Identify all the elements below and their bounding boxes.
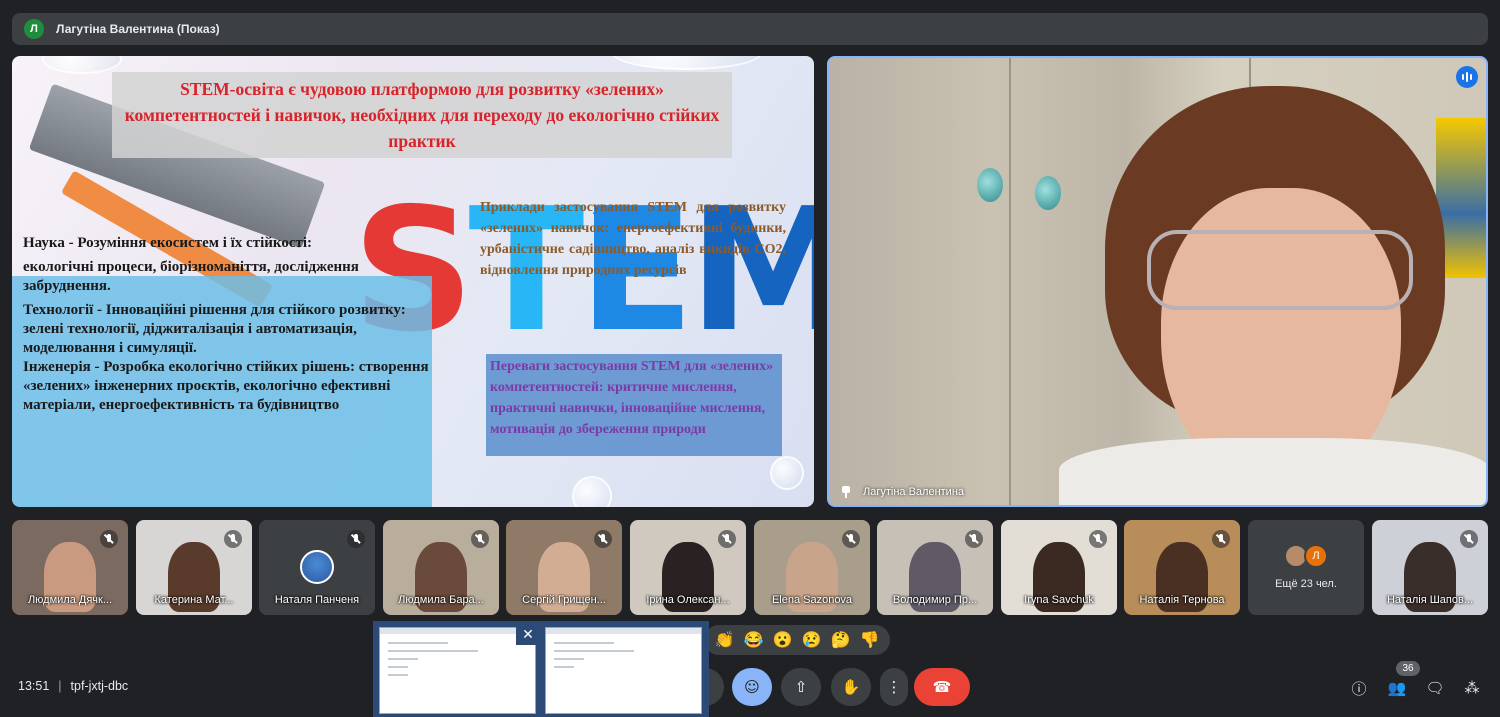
mic-off-icon: [842, 530, 860, 548]
bubble-decoration: [770, 456, 804, 490]
presentation-header: Л Лагутіна Валентина (Показ): [12, 13, 1488, 45]
people-count-badge: 36: [1396, 661, 1420, 676]
science-text: екологічні процеси, біорізноманіття, дос…: [23, 259, 359, 294]
mic-off-icon: [1089, 530, 1107, 548]
participant-tile[interactable]: Ірина Олексан...: [630, 520, 746, 615]
participant-tile[interactable]: Катерина Мат...: [136, 520, 252, 615]
mic-off-icon: [100, 530, 118, 548]
avatar: Л: [1304, 544, 1328, 568]
reaction-sad[interactable]: 😢: [802, 630, 822, 650]
participant-name: Elena Sazonova: [771, 594, 853, 606]
present-icon: ⇧: [794, 678, 808, 696]
reaction-laugh[interactable]: 😂: [744, 630, 764, 650]
hand-icon: ✋: [841, 678, 861, 696]
participant-tile[interactable]: Наталія Шапов...: [1372, 520, 1488, 615]
technology-text: зелені технології, діджиталізація і авто…: [23, 321, 357, 356]
examples-text: Приклади застосування STEM для розвитку …: [480, 200, 786, 278]
speaker-name-label: Лагутіна Валентина: [839, 485, 964, 499]
participant-tile[interactable]: Людмила Бара...: [383, 520, 499, 615]
participant-name: Ірина Олексан...: [646, 594, 730, 606]
leave-call-button[interactable]: ☎: [914, 668, 970, 706]
participant-name: Наталя Панченя: [274, 594, 360, 606]
speaker-glasses: [1147, 230, 1413, 310]
presenter-label: Лагутіна Валентина (Показ): [56, 22, 220, 36]
participant-tile[interactable]: Наталя Панченя: [259, 520, 375, 615]
mic-off-icon: [1460, 530, 1478, 548]
participant-name: Наталія Тернова: [1139, 594, 1225, 606]
participant-name: Людмила Бара...: [398, 594, 484, 606]
mic-off-icon: [718, 530, 736, 548]
separator: |: [58, 679, 62, 693]
speaker-name: Лагутіна Валентина: [863, 486, 965, 498]
pin-icon[interactable]: [839, 485, 853, 499]
participant-tile[interactable]: Iryna Savchuk: [1001, 520, 1117, 615]
reactions-bar: 👏 😂 😮 😢 🤔 👎: [704, 625, 890, 655]
avatar: [300, 550, 334, 584]
clock: 13:51: [18, 679, 50, 693]
slide-left-text: Наука - Розуміння екосистем і їх стійкос…: [23, 234, 433, 420]
more-vert-icon: ⋮: [886, 678, 902, 696]
participant-strip: Людмила Дячк... Катерина Мат... Наталя Пан…: [12, 520, 1488, 615]
participant-name: Наталія Шапов...: [1386, 594, 1473, 606]
meet-window: Л Лагутіна Валентина (Показ) STEM STEM-о…: [0, 0, 1500, 717]
participant-tile[interactable]: Сергій Грищен...: [506, 520, 622, 615]
emoji-button[interactable]: ☺: [732, 668, 772, 706]
science-heading: Наука - Розуміння екосистем і їх стійкос…: [23, 235, 313, 251]
reaction-clap[interactable]: 👏: [715, 630, 735, 650]
speaking-indicator-icon: [1456, 66, 1478, 88]
meeting-info: 13:51 | tpf-jxtj-dbc: [18, 679, 128, 693]
cabinet-knob: [977, 168, 1003, 202]
slide-title: STEM-освіта є чудовою платформою для роз…: [124, 79, 720, 151]
participant-name: Людмила Дячк...: [27, 594, 113, 606]
participant-tile[interactable]: Elena Sazonova: [754, 520, 870, 615]
advantages-text: Переваги застосування STEM для «зелених»…: [490, 359, 774, 437]
chat-icon[interactable]: 🗨: [1423, 677, 1447, 699]
window-thumbnail[interactable]: [545, 627, 702, 714]
cabinet-knob: [1035, 176, 1061, 210]
participant-name: Iryna Savchuk: [1024, 594, 1094, 606]
participant-name: Катерина Мат...: [154, 594, 234, 606]
reaction-thumbs-down[interactable]: 👎: [860, 630, 880, 650]
bubble-decoration: [42, 56, 122, 74]
participant-tile[interactable]: Людмила Дячк...: [12, 520, 128, 615]
present-button[interactable]: ⇧: [781, 668, 821, 706]
mic-off-icon: [965, 530, 983, 548]
participant-name: Сергій Грищен...: [522, 594, 606, 606]
speaker-video-tile[interactable]: Лагутіна Валентина: [827, 56, 1488, 507]
engineering-text: Інженерія - Розробка екологічно стійких …: [23, 359, 429, 413]
close-preview-icon[interactable]: ✕: [516, 623, 540, 645]
technology-heading: Технології - Інноваційні рішення для сті…: [23, 302, 406, 318]
reaction-surprised[interactable]: 😮: [773, 630, 793, 650]
more-options-button[interactable]: ⋮: [880, 668, 908, 706]
raise-hand-button[interactable]: ✋: [831, 668, 871, 706]
bubble-decoration: [572, 476, 612, 507]
reaction-thinking[interactable]: 🤔: [831, 630, 851, 650]
participant-tile[interactable]: Володимир Пр...: [877, 520, 993, 615]
more-participants-tile[interactable]: Л Ещё 23 чел.: [1248, 520, 1364, 615]
presenter-avatar: Л: [24, 19, 44, 39]
mic-off-icon: [224, 530, 242, 548]
participant-tile[interactable]: Наталія Тернова: [1124, 520, 1240, 615]
more-participants-label: Ещё 23 чел.: [1275, 578, 1337, 590]
mic-off-icon: [471, 530, 489, 548]
taskbar-preview: [373, 621, 709, 717]
participant-name: Володимир Пр...: [892, 594, 978, 606]
more-avatars: Л: [1284, 544, 1328, 568]
mic-off-icon: [1212, 530, 1230, 548]
cabinet-door: [1009, 58, 1011, 505]
activities-icon[interactable]: ⁂: [1460, 677, 1484, 699]
mic-off-icon: [594, 530, 612, 548]
emoji-icon: ☺: [744, 678, 760, 696]
people-icon[interactable]: 👥: [1385, 677, 1409, 699]
bubble-decoration: [612, 56, 762, 70]
hangup-icon: ☎: [932, 678, 952, 696]
mic-off-icon: [347, 530, 365, 548]
window-thumbnail[interactable]: [379, 627, 536, 714]
speaker-shirt: [1059, 438, 1486, 505]
info-icon[interactable]: ⓘ: [1347, 677, 1371, 699]
meeting-code[interactable]: tpf-jxtj-dbc: [71, 679, 129, 693]
shared-screen-slide[interactable]: STEM STEM-освіта є чудовою платформою дл…: [12, 56, 814, 507]
